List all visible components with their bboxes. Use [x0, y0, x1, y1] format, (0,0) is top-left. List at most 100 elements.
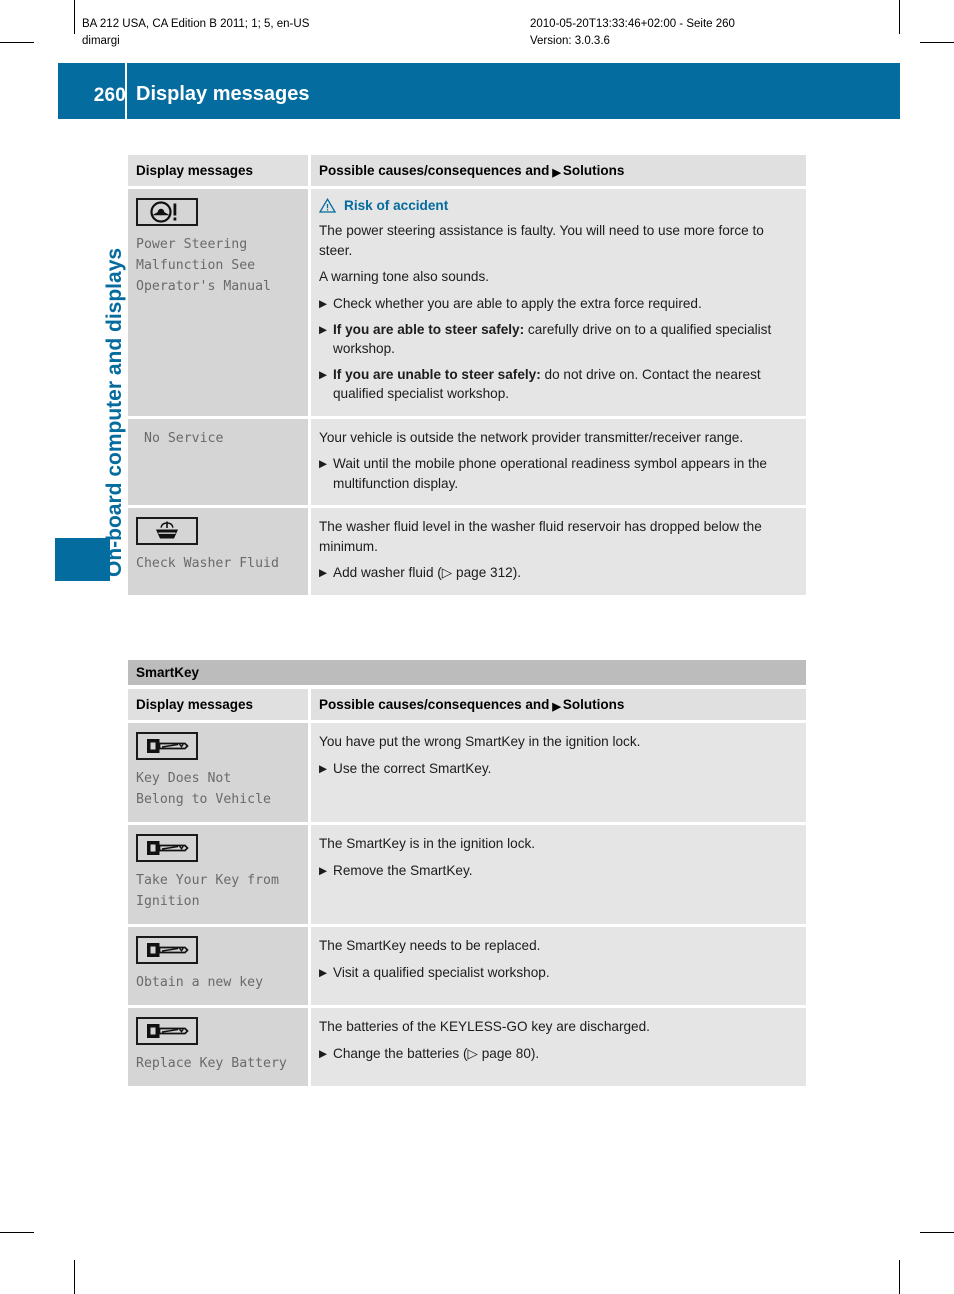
table-row: Take Your Key from Ignition The SmartKey …	[128, 825, 806, 924]
display-message-text: Obtain a new key	[136, 975, 264, 990]
page-number: 260	[93, 85, 126, 106]
cause-solution-cell: Risk of accident The power steering assis…	[311, 189, 806, 416]
display-message-text: Power Steering Malfunction See Operator'…	[136, 237, 271, 294]
solution-arrow-icon: ▶	[552, 701, 561, 713]
solution-step: ▶ Change the batteries (▷ page 80).	[319, 1044, 796, 1064]
column-header-causes-text: Possible causes/consequences and	[319, 697, 550, 712]
table-row: Key Does Not Belong to Vehicle You have p…	[128, 723, 806, 822]
solution-step-arrow-icon: ▶	[319, 323, 328, 336]
solution-step: ▶ Wait until the mobile phone operational…	[319, 454, 796, 493]
cause-paragraph: The batteries of the KEYLESS-GO key are …	[319, 1019, 650, 1034]
column-header-display-messages: Display messages	[128, 689, 308, 720]
table-header-row: Display messages Possible causes/conseque…	[128, 689, 806, 720]
chapter-tab-marker	[55, 538, 110, 581]
cause-paragraph: A warning tone also sounds.	[319, 269, 490, 284]
cause-solution-cell: You have put the wrong SmartKey in the i…	[311, 723, 806, 822]
print-header-right-line2: Version: 3.0.3.6	[530, 35, 610, 47]
table-row: Check Washer Fluid The washer fluid level…	[128, 508, 806, 595]
display-message-cell: Key Does Not Belong to Vehicle	[128, 723, 308, 822]
cause-solution-cell: The SmartKey is in the ignition lock. ▶ Re…	[311, 825, 806, 924]
solution-step-arrow-icon: ▶	[319, 1047, 328, 1060]
display-message-cell: Check Washer Fluid	[128, 508, 308, 595]
crop-mark-bottom-left	[0, 1232, 34, 1233]
solution-step: ▶ Use the correct SmartKey.	[319, 759, 796, 779]
solution-arrow-icon: ▶	[552, 167, 561, 179]
solution-step-text: Wait until the mobile phone operational …	[333, 456, 767, 491]
table-row: Power Steering Malfunction See Operator'…	[128, 189, 806, 416]
table-row: Obtain a new key The SmartKey needs to be…	[128, 927, 806, 1005]
solution-step-text: Check whether you are able to apply the …	[333, 295, 702, 311]
solution-step-text: Remove the SmartKey.	[333, 862, 473, 878]
solution-step: ▶ Remove the SmartKey.	[319, 861, 796, 881]
washer-fluid-icon	[136, 517, 198, 545]
display-message-text: Replace Key Battery	[136, 1056, 287, 1071]
smartkey-icon	[136, 1017, 198, 1045]
column-header-causes-text: Possible causes/consequences and	[319, 163, 550, 178]
cause-paragraph: The power steering assistance is faulty.…	[319, 223, 764, 258]
display-message-text: No Service	[144, 430, 224, 446]
crop-mark-bottom-right	[920, 1232, 954, 1233]
print-header-left: BA 212 USA, CA Edition B 2011; 1; 5, en-…	[82, 16, 309, 50]
display-message-cell: No Service	[128, 418, 308, 505]
crop-mark-bottom-right-v	[899, 1260, 900, 1294]
solution-step-text: Change the batteries (▷ page 80).	[333, 1045, 540, 1061]
steering-wheel-warning-icon	[136, 198, 198, 226]
solution-step-text: If you are unable to steer safely: do no…	[333, 366, 761, 402]
display-message-cell: Take Your Key from Ignition	[128, 825, 308, 924]
print-header-right-line1: 2010-05-20T13:33:46+02:00 - Seite 260	[530, 18, 735, 30]
solution-step-text: Visit a qualified specialist workshop.	[333, 964, 550, 980]
cause-solution-cell: Your vehicle is outside the network prov…	[311, 418, 806, 505]
display-messages-table: Display messages Possible causes/conseque…	[128, 155, 806, 598]
smartkey-icon	[136, 834, 198, 862]
print-header: BA 212 USA, CA Edition B 2011; 1; 5, en-…	[0, 0, 954, 63]
risk-warning-label: Risk of accident	[344, 198, 449, 213]
smartkey-icon	[136, 732, 198, 760]
column-header-causes-solutions: Possible causes/consequences and ▶ Solutio…	[311, 155, 806, 186]
cause-paragraph: The SmartKey needs to be replaced.	[319, 938, 541, 953]
print-header-right: 2010-05-20T13:33:46+02:00 - Seite 260 Ve…	[530, 16, 735, 50]
display-message-cell: Replace Key Battery	[128, 1008, 308, 1086]
cause-paragraph: You have put the wrong SmartKey in the i…	[319, 734, 641, 749]
solution-step-arrow-icon: ▶	[319, 864, 328, 877]
solution-step: ▶ Visit a qualified specialist workshop.	[319, 963, 796, 983]
banner-divider	[125, 63, 127, 119]
solution-step: ▶ Check whether you are able to apply the…	[319, 294, 796, 314]
solution-step: ▶ If you are able to steer safely: carefu…	[319, 320, 796, 359]
solution-step-arrow-icon: ▶	[319, 966, 328, 979]
solution-step-text: If you are able to steer safely: careful…	[333, 321, 772, 357]
table-header-row: Display messages Possible causes/conseque…	[128, 155, 806, 186]
solution-step-text: Use the correct SmartKey.	[333, 760, 492, 776]
display-message-cell: Power Steering Malfunction See Operator'…	[128, 189, 308, 416]
print-header-left-line2: dimargi	[82, 35, 120, 47]
page-title: Display messages	[136, 83, 310, 105]
print-header-left-line1: BA 212 USA, CA Edition B 2011; 1; 5, en-…	[82, 18, 310, 30]
column-header-solutions-text: Solutions	[562, 697, 625, 712]
section-band-smartkey: SmartKey	[128, 660, 806, 685]
smartkey-icon	[136, 936, 198, 964]
cause-paragraph: The SmartKey is in the ignition lock.	[319, 836, 536, 851]
chapter-tab-label: On-board computer and displays	[103, 247, 126, 577]
risk-warning: Risk of accident	[319, 198, 796, 213]
table-row: Replace Key Battery The batteries of the …	[128, 1008, 806, 1086]
cause-solution-cell: The washer fluid level in the washer flu…	[311, 508, 806, 595]
column-header-display-messages: Display messages	[128, 155, 308, 186]
solution-step-text: Add washer fluid (▷ page 312).	[333, 565, 522, 580]
solution-step: ▶ If you are unable to steer safely: do n…	[319, 365, 796, 404]
solution-step-arrow-icon: ▶	[319, 567, 328, 579]
crop-mark-bottom-left-v	[74, 1260, 75, 1294]
cause-paragraph: The washer fluid level in the washer flu…	[319, 519, 762, 554]
page-banner: 260 Display messages	[58, 63, 900, 119]
table-row: No Service Your vehicle is outside the ne…	[128, 418, 806, 505]
display-message-text: Check Washer Fluid	[136, 556, 279, 571]
solution-step-arrow-icon: ▶	[319, 297, 328, 310]
column-header-causes-solutions: Possible causes/consequences and ▶ Solutio…	[311, 689, 806, 720]
display-message-text: Take Your Key from Ignition	[136, 873, 279, 909]
cause-solution-cell: The batteries of the KEYLESS-GO key are …	[311, 1008, 806, 1086]
cause-solution-cell: The SmartKey needs to be replaced. ▶ Visit…	[311, 927, 806, 1005]
solution-step-arrow-icon: ▶	[319, 458, 328, 470]
smartkey-table: SmartKey Display messages Possible causes/…	[128, 660, 806, 1089]
solution-step-arrow-icon: ▶	[319, 368, 328, 381]
column-header-solutions-text: Solutions	[562, 163, 625, 178]
display-message-cell: Obtain a new key	[128, 927, 308, 1005]
display-message-text: Key Does Not Belong to Vehicle	[136, 771, 271, 807]
